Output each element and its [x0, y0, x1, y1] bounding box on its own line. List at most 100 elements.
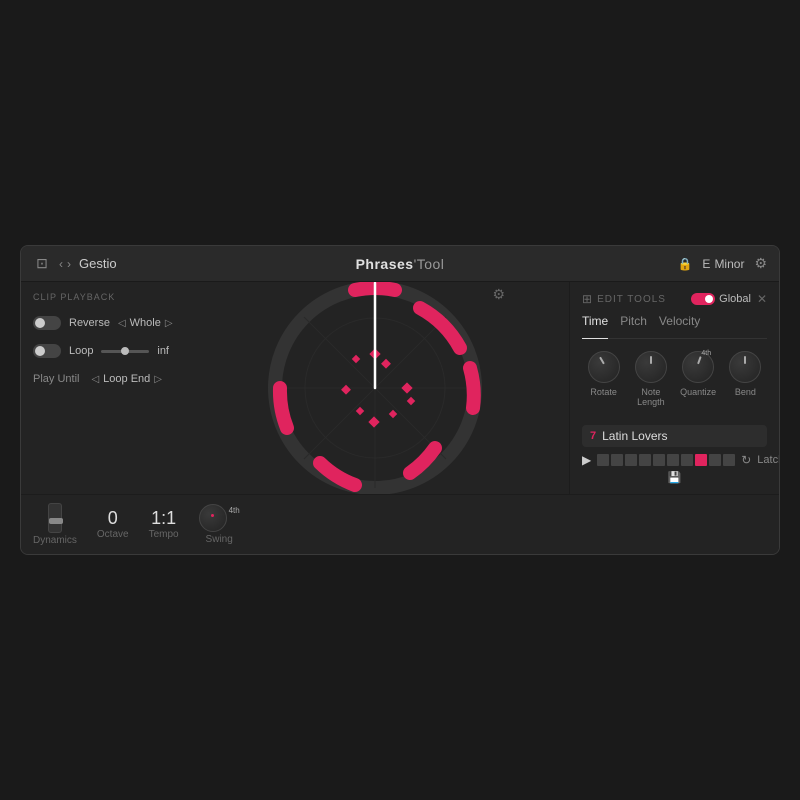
pattern-playback: ▶ ↻ Latch: [582, 453, 767, 467]
quantize-tool[interactable]: 4th Quantize: [677, 351, 720, 407]
display-settings-icon[interactable]: ⚙: [492, 286, 505, 303]
rotate-label: Rotate: [590, 387, 617, 397]
play-until-row: Play Until ◁ Loop End ▷: [33, 368, 169, 390]
tool-label: 'Tool: [414, 256, 445, 272]
fader-handle: [49, 518, 63, 524]
tempo-label: Tempo: [149, 529, 179, 540]
octave-value: 0: [108, 509, 118, 527]
nav-back[interactable]: ‹: [59, 257, 63, 271]
tempo-value: 1:1: [151, 509, 176, 527]
quantize-knob[interactable]: 4th: [682, 351, 714, 383]
latch-label: Latch: [757, 454, 779, 466]
reverse-row: Reverse ◁ Whole ▷: [33, 312, 169, 334]
clip-playback-label: CLIP PLAYBACK: [33, 292, 169, 302]
tools-grid: Rotate Note Length 4th Quantize: [582, 351, 767, 407]
whole-arrow-right[interactable]: ▷: [165, 318, 173, 329]
pattern-name-row: 7 Latin Lovers: [582, 425, 767, 447]
octave-label: Octave: [97, 529, 129, 540]
loop-toggle[interactable]: [33, 344, 61, 358]
beat-block-5[interactable]: [667, 454, 679, 466]
beat-block-1[interactable]: [611, 454, 623, 466]
beat-block-0[interactable]: [597, 454, 609, 466]
key-badge: E Minor: [702, 257, 744, 271]
header: ⊡ ‹ › Gestio Phrases'Tool 🔒 E Minor ⚙: [21, 246, 779, 282]
right-panel: ⊞ EDIT TOOLS Global ✕ Time Pitch Velocit…: [569, 282, 779, 494]
note-length-label: Note Length: [629, 387, 672, 407]
device-icon: ⊡: [33, 255, 51, 273]
loop-slider[interactable]: [101, 350, 149, 353]
dynamics-label: Dynamics: [33, 535, 77, 546]
close-icon[interactable]: ✕: [757, 292, 767, 306]
header-center-title: Phrases'Tool: [278, 256, 523, 272]
settings-icon[interactable]: ⚙: [754, 255, 767, 272]
circular-display: ⚙: [265, 282, 485, 494]
center-panel: ⚙: [181, 282, 569, 494]
loop-end-arrow-left[interactable]: ◁: [91, 374, 99, 385]
edit-tools-right: Global ✕: [691, 292, 767, 306]
slider-value: inf: [157, 345, 169, 357]
quantize-superscript: 4th: [701, 350, 711, 357]
slider-thumb: [121, 347, 129, 355]
header-left: ⊡ ‹ › Gestio: [33, 255, 278, 273]
beat-blocks: [597, 454, 735, 466]
global-toggle[interactable]: Global: [691, 293, 751, 305]
tab-pitch[interactable]: Pitch: [620, 314, 647, 332]
knob-indicator: [211, 514, 214, 517]
note-length-tool[interactable]: Note Length: [629, 351, 672, 407]
beat-block-3[interactable]: [639, 454, 651, 466]
note-length-knob[interactable]: [635, 351, 667, 383]
pattern-name: Latin Lovers: [602, 429, 759, 443]
tab-velocity[interactable]: Velocity: [659, 314, 700, 332]
edit-tools-header: ⊞ EDIT TOOLS Global ✕: [582, 292, 767, 306]
beat-block-7[interactable]: [695, 454, 707, 466]
tabs-row: Time Pitch Velocity: [582, 314, 767, 339]
tab-time[interactable]: Time: [582, 314, 608, 339]
quantize-label: Quantize: [680, 387, 716, 397]
pattern-selector: 7 Latin Lovers ▶ ↻ Latch 💾: [582, 425, 767, 484]
bend-label: Bend: [735, 387, 756, 397]
bottom-bar: Dynamics 0 Octave 1:1 Tempo 4th Swing: [21, 494, 779, 554]
lock-icon: 🔒: [677, 257, 692, 271]
device-title: Gestio: [79, 256, 117, 271]
global-label: Global: [719, 293, 751, 305]
edit-tools-label: ⊞ EDIT TOOLS: [582, 292, 666, 306]
loop-row: Loop inf: [33, 340, 169, 362]
loop-end-arrows: ◁ Loop End ▷: [91, 373, 162, 385]
rotate-knob[interactable]: [588, 351, 620, 383]
loop-label: Loop: [69, 345, 93, 357]
dynamics-control: Dynamics: [33, 503, 77, 546]
loop-end-arrow-right[interactable]: ▷: [154, 374, 162, 385]
global-toggle-switch[interactable]: [691, 293, 715, 305]
play-button[interactable]: ▶: [582, 453, 591, 467]
dynamics-fader[interactable]: [48, 503, 62, 533]
tempo-control: 1:1 Tempo: [149, 509, 179, 540]
beat-block-4[interactable]: [653, 454, 665, 466]
phrases-label: Phrases: [356, 256, 414, 272]
rotate-tool[interactable]: Rotate: [582, 351, 625, 407]
left-panel: CLIP PLAYBACK Reverse ◁ Whole ▷ Loop inf: [21, 282, 181, 494]
octave-control: 0 Octave: [97, 509, 129, 540]
reverse-toggle[interactable]: [33, 316, 61, 330]
plugin-window: ⊡ ‹ › Gestio Phrases'Tool 🔒 E Minor ⚙ CL…: [20, 245, 780, 555]
beat-block-8[interactable]: [709, 454, 721, 466]
bottom-icons-row: 💾: [582, 471, 767, 484]
whole-arrows: ◁ Whole ▷: [118, 317, 173, 329]
key-mode: Minor: [714, 257, 744, 271]
swing-superscript: 4th: [229, 506, 240, 515]
swing-knob[interactable]: [199, 504, 227, 532]
beat-block-6[interactable]: [681, 454, 693, 466]
reverse-label: Reverse: [69, 317, 110, 329]
loop-end-label: Loop End: [103, 373, 150, 385]
main-content: CLIP PLAYBACK Reverse ◁ Whole ▷ Loop inf: [21, 282, 779, 494]
pattern-number: 7: [590, 430, 596, 442]
swing-control: 4th Swing: [199, 504, 240, 545]
circular-svg: [265, 282, 485, 494]
beat-block-9[interactable]: [723, 454, 735, 466]
nav-forward[interactable]: ›: [67, 257, 71, 271]
whole-arrow-left[interactable]: ◁: [118, 318, 126, 329]
bend-knob[interactable]: [729, 351, 761, 383]
bend-tool[interactable]: Bend: [724, 351, 767, 407]
beat-block-2[interactable]: [625, 454, 637, 466]
loop-icon[interactable]: ↻: [741, 453, 751, 467]
save-icon[interactable]: 💾: [668, 471, 682, 484]
